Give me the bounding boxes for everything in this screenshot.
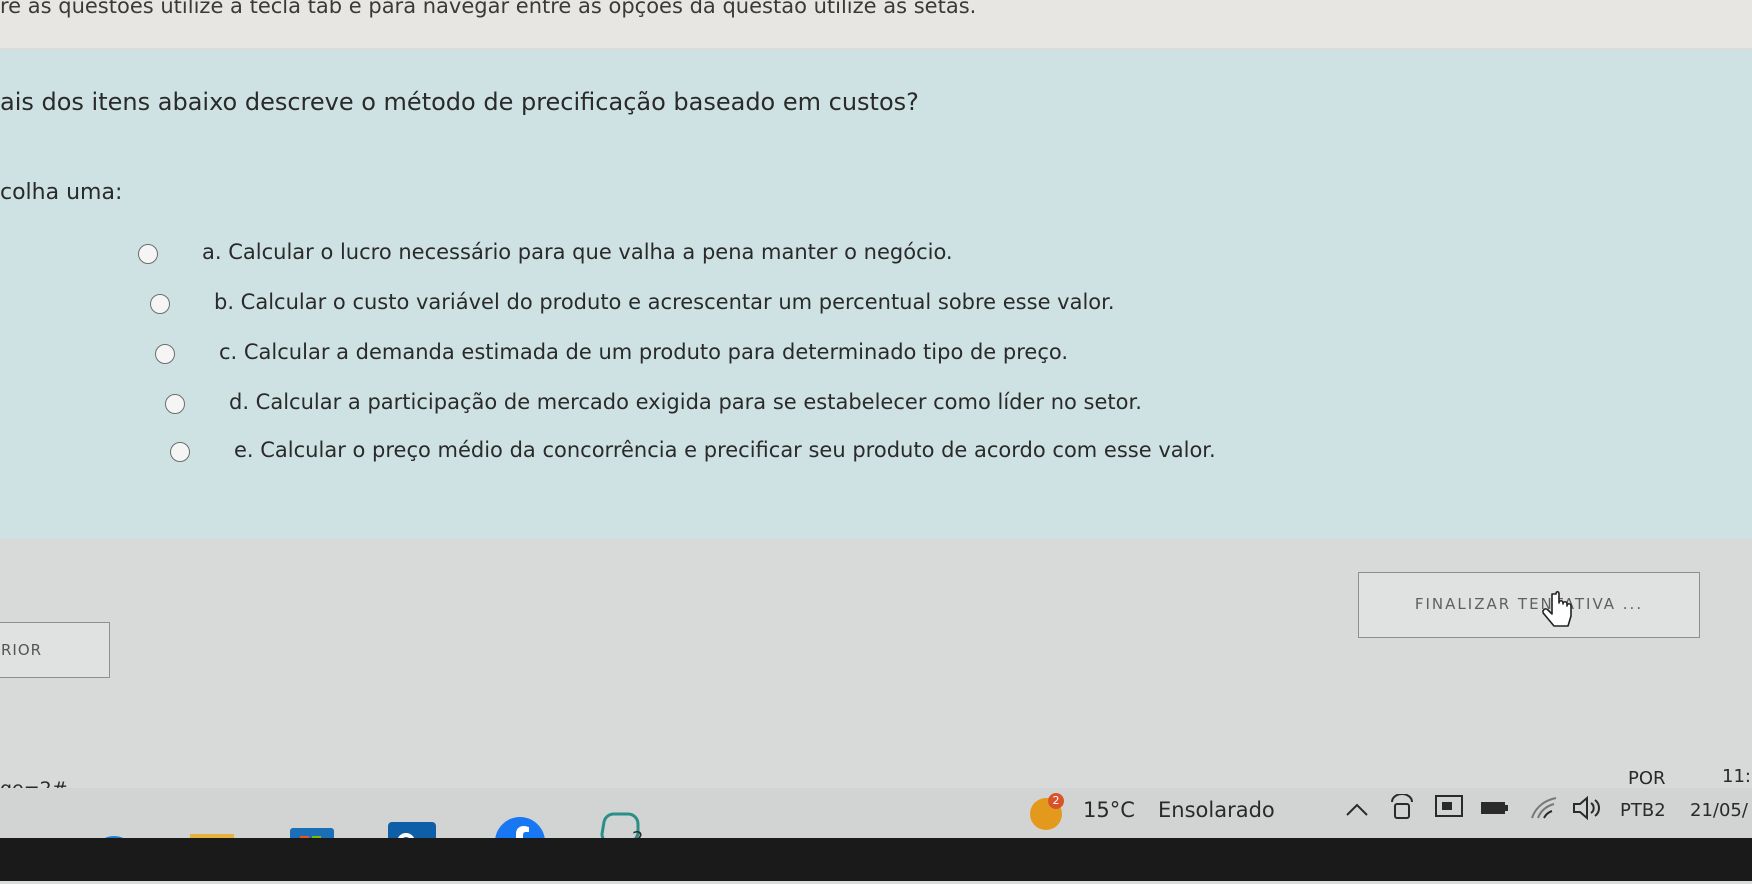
answer-option-label: a. Calcular o lucro necessário para que … — [202, 240, 953, 264]
instruction-strip: re as questões utilize a tecla tab e par… — [0, 0, 1752, 48]
clock-date[interactable]: 21/05/ — [1690, 800, 1748, 821]
answer-option-label: b. Calcular o custo variável do produto … — [214, 290, 1115, 314]
display-icon[interactable] — [1434, 794, 1464, 820]
weather-alert-badge: 2 — [1048, 793, 1064, 809]
answer-option-label: c. Calcular a demanda estimada de um pro… — [219, 340, 1069, 364]
temperature-label[interactable]: 15°C — [1083, 798, 1135, 822]
keyboard-layout[interactable]: PTB2 — [1620, 800, 1666, 821]
answer-option-label: d. Calcular a participação de mercado ex… — [229, 390, 1142, 414]
previous-page-button[interactable]: RIOR — [0, 622, 110, 678]
question-text: ais dos itens abaixo descreve o método d… — [0, 88, 919, 116]
chevron-up-icon[interactable] — [1345, 802, 1369, 818]
clock-time[interactable]: 11: — [1722, 766, 1751, 787]
radio-button-e[interactable] — [170, 442, 190, 462]
weather-description[interactable]: Ensolarado — [1158, 798, 1275, 822]
navigation-hint: re as questões utilize a tecla tab e par… — [0, 0, 977, 18]
radio-button-d[interactable] — [165, 394, 185, 414]
radio-button-c[interactable] — [155, 344, 175, 364]
hand-pointer-icon — [1542, 590, 1572, 627]
speaker-icon[interactable] — [1572, 796, 1602, 820]
choose-one-label: colha uma: — [0, 180, 123, 205]
screen-bezel — [0, 838, 1752, 881]
battery-icon[interactable] — [1480, 800, 1510, 816]
answer-option-label: e. Calcular o preço médio da concorrênci… — [234, 438, 1216, 462]
wifi-icon[interactable] — [1530, 796, 1558, 820]
webcam-icon[interactable] — [1390, 794, 1414, 822]
input-language[interactable]: POR — [1628, 768, 1666, 789]
radio-button-a[interactable] — [138, 244, 158, 264]
radio-button-b[interactable] — [150, 294, 170, 314]
finish-attempt-button[interactable]: FINALIZAR TENTATIVA ... — [1358, 572, 1700, 638]
